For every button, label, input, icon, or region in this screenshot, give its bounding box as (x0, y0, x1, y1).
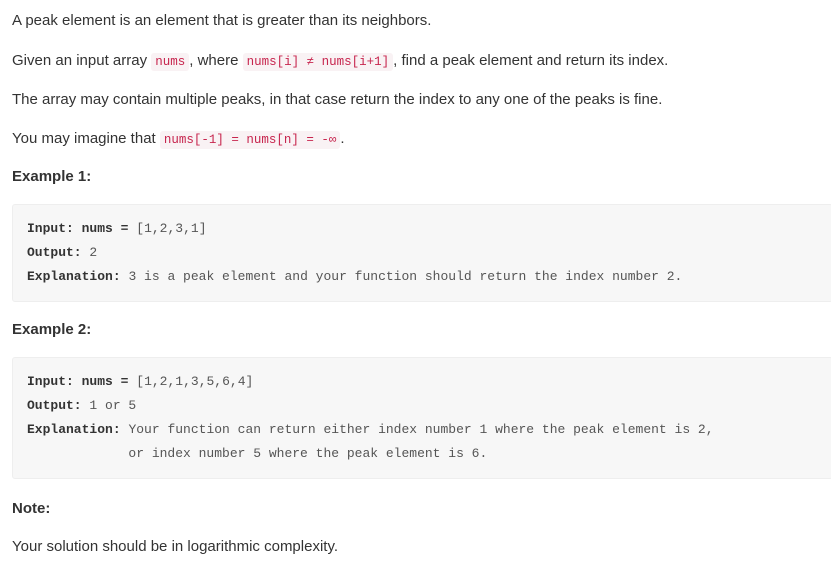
example-2-input-var: nums (81, 374, 113, 389)
example-2-code-block: Input: nums = [1,2,1,3,5,6,4] Output: 1 o… (12, 357, 831, 479)
description-paragraph-1: A peak element is an element that is gre… (12, 10, 831, 50)
example-2-input-line: Input: nums = [1,2,1,3,5,6,4] (27, 370, 818, 394)
example-1-output-label: Output: (27, 245, 82, 260)
example-1-input-value: [1,2,3,1] (136, 221, 207, 236)
example-1-input-eq: = (120, 221, 129, 236)
example-2-explanation-line-1: Explanation: Your function can return ei… (27, 418, 818, 442)
example-2-input-eq: = (120, 374, 129, 389)
example-2-explanation-value-1: Your function can return either index nu… (128, 422, 714, 437)
inline-code-nums-bounds: nums[-1] = nums[n] = -∞ (159, 131, 341, 149)
example-2-heading: Example 2: (12, 321, 92, 338)
example-1-explanation-label: Explanation: (27, 269, 121, 284)
description-paragraph-4: You may imagine that nums[-1] = nums[n] … (12, 128, 831, 167)
description-paragraph-4-prefix: You may imagine that (12, 130, 156, 147)
example-2-input-label: Input: (27, 374, 74, 389)
example-1-code-block: Input: nums = [1,2,3,1] Output: 2 Explanat… (12, 204, 831, 302)
example-1-output-value: 2 (89, 245, 98, 260)
example-2-output-line: Output: 1 or 5 (27, 394, 818, 418)
example-2-explanation-line-2: or index number 5 where the peak element… (27, 442, 818, 466)
problem-description-panel: A peak element is an element that is gre… (0, 0, 831, 558)
example-1-heading: Example 1: (12, 168, 92, 185)
description-paragraph-2-suffix: , find a peak element and return its ind… (393, 52, 669, 69)
spacer-after-example-2 (12, 479, 831, 499)
inline-code-nums: nums (151, 53, 190, 71)
description-paragraph-2-prefix: Given an input array (12, 52, 148, 69)
example-1-explanation-value: 3 is a peak element and your function sh… (128, 269, 683, 284)
spacer-after-example-1 (12, 302, 831, 320)
example-2-output-label: Output: (27, 398, 82, 413)
example-1-input-label: Input: (27, 221, 74, 236)
example-1-explanation-line: Explanation: 3 is a peak element and you… (27, 265, 818, 289)
example-1-input-line: Input: nums = [1,2,3,1] (27, 217, 818, 241)
description-paragraph-3: The array may contain multiple peaks, in… (12, 89, 831, 128)
description-paragraph-4-suffix: . (340, 130, 345, 147)
description-paragraph-1-text: A peak element is an element that is gre… (12, 12, 432, 29)
example-1-input-var: nums (81, 221, 113, 236)
example-2-input-value: [1,2,1,3,5,6,4] (136, 374, 254, 389)
example-2-explanation-label: Explanation: (27, 422, 121, 437)
example-2-explanation-value-2: or index number 5 where the peak element… (128, 446, 488, 461)
description-paragraph-2: Given an input array nums, where nums[i]… (12, 50, 831, 89)
note-body: Your solution should be in logarithmic c… (12, 538, 339, 555)
example-1-output-line: Output: 2 (27, 241, 818, 265)
description-paragraph-3-text: The array may contain multiple peaks, in… (12, 91, 663, 108)
note-heading: Note: (12, 500, 51, 517)
description-paragraph-2-mid: , where (189, 52, 239, 69)
inline-code-nums-inequality: nums[i] ≠ nums[i+1] (242, 53, 394, 71)
example-2-output-value: 1 or 5 (89, 398, 137, 413)
